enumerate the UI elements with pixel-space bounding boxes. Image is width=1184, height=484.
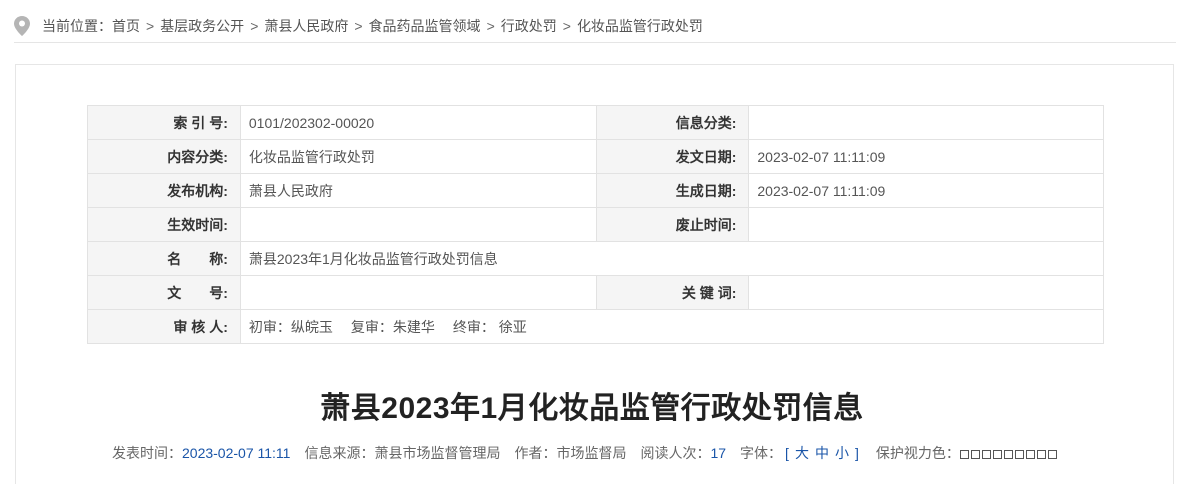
- publish-time-label: 发表时间：: [112, 445, 182, 461]
- content-category-value: 化妆品监管行政处罚: [239, 139, 597, 174]
- color-swatch[interactable]: [1003, 449, 1013, 459]
- color-swatch[interactable]: [1036, 449, 1046, 459]
- publish-time-value: 2023-02-07 11:11: [182, 445, 291, 461]
- author-label: 作者：: [514, 445, 557, 461]
- breadcrumb-separator: >: [562, 18, 571, 34]
- breadcrumb-separator: >: [250, 18, 259, 34]
- content-category-label: 内容分类:: [87, 139, 241, 174]
- issue-date-value: 2023-02-07 11:11:09: [748, 139, 1104, 174]
- color-swatch[interactable]: [992, 449, 1002, 459]
- font-size-label: 字体：: [740, 445, 783, 461]
- color-swatch[interactable]: [1014, 449, 1024, 459]
- info-category-value: [748, 105, 1104, 140]
- publisher-value: 萧县人民政府: [239, 173, 597, 208]
- reviewer-value: 初审：纵皖玉 复审：朱建华 终审： 徐亚: [239, 309, 1105, 344]
- breadcrumb-item-food-drug[interactable]: 食品药品监管领域: [369, 16, 481, 36]
- metadata-table: 索 引 号: 0101/202302-00020 信息分类: 内容分类: 化妆品…: [87, 105, 1105, 344]
- info-source-label: 信息来源：: [304, 445, 375, 461]
- name-label: 名 称:: [87, 241, 241, 276]
- font-bracket-close: ]: [854, 445, 859, 461]
- breadcrumb-item-county-gov[interactable]: 萧县人民政府: [264, 16, 348, 36]
- table-row: 名 称: 萧县2023年1月化妆品监管行政处罚信息: [87, 241, 1105, 276]
- index-label: 索 引 号:: [87, 105, 241, 140]
- breadcrumb-separator: >: [354, 18, 363, 34]
- issue-date-label: 发文日期:: [595, 139, 750, 174]
- table-row: 发布机构: 萧县人民政府 生成日期: 2023-02-07 11:11:09: [87, 173, 1104, 208]
- table-row: 索 引 号: 0101/202302-00020 信息分类:: [87, 105, 1104, 140]
- info-category-label: 信息分类:: [595, 105, 750, 140]
- read-count-value: 17: [710, 445, 727, 461]
- info-source-value: 萧县市场监督管理局: [374, 445, 501, 461]
- font-size-control: 字体：[ 大中小]: [740, 443, 862, 463]
- color-swatch[interactable]: [981, 449, 991, 459]
- reviewer-label: 审 核 人:: [87, 309, 241, 344]
- name-value: 萧县2023年1月化妆品监管行政处罚信息: [239, 241, 1105, 276]
- generated-date-value: 2023-02-07 11:11:09: [748, 173, 1104, 208]
- eye-protection-control: 保护视力色：: [876, 443, 1059, 463]
- final-review-name: 徐亚: [498, 318, 527, 335]
- color-swatch[interactable]: [970, 449, 980, 459]
- table-row: 生效时间: 废止时间:: [87, 207, 1104, 242]
- font-bracket-open: [: [785, 445, 789, 461]
- author-value: 市场监督局: [556, 445, 627, 461]
- breadcrumb-separator: >: [486, 18, 495, 34]
- publish-time: 发表时间：2023-02-07 11:11: [112, 443, 290, 463]
- breadcrumb-item-home[interactable]: 首页: [112, 16, 140, 36]
- effective-value: [239, 207, 597, 242]
- color-swatch[interactable]: [1047, 449, 1057, 459]
- abolish-label: 废止时间:: [595, 207, 750, 242]
- color-swatch[interactable]: [959, 449, 969, 459]
- doc-no-value: [239, 275, 597, 310]
- first-review-name: 纵皖玉: [290, 318, 333, 335]
- info-source: 信息来源：萧县市场监督管理局: [304, 443, 500, 463]
- font-large-button[interactable]: 大: [795, 445, 809, 461]
- read-count-label: 阅读人次：: [640, 445, 711, 461]
- abolish-value: [748, 207, 1104, 242]
- breadcrumb-prefix: 当前位置：: [42, 18, 112, 34]
- doc-no-label: 文 号:: [87, 275, 241, 310]
- author: 作者：市场监督局: [514, 443, 626, 463]
- second-review-label: 复审：: [350, 318, 393, 335]
- eye-protection-label: 保护视力色：: [875, 445, 960, 461]
- article-title: 萧县2023年1月化妆品监管行政处罚信息: [320, 392, 864, 425]
- font-medium-button[interactable]: 中: [815, 445, 829, 461]
- breadcrumb-item-cosmetics[interactable]: 化妆品监管行政处罚: [577, 16, 703, 36]
- publisher-label: 发布机构:: [87, 173, 241, 208]
- location-pin-icon: [14, 16, 30, 36]
- keywords-label: 关 键 词:: [595, 275, 750, 310]
- font-small-button[interactable]: 小: [835, 445, 849, 461]
- color-swatches: [959, 445, 1059, 461]
- final-review-label: 终审：: [452, 318, 495, 335]
- generated-date-label: 生成日期:: [595, 173, 750, 208]
- effective-label: 生效时间:: [87, 207, 241, 242]
- breadcrumb-item-grassroots[interactable]: 基层政务公开: [160, 16, 244, 36]
- color-swatch[interactable]: [1025, 449, 1035, 459]
- table-row: 审 核 人: 初审：纵皖玉 复审：朱建华 终审： 徐亚: [87, 309, 1105, 344]
- table-row: 文 号: 关 键 词:: [87, 275, 1104, 310]
- keywords-value: [748, 275, 1104, 310]
- table-row: 内容分类: 化妆品监管行政处罚 发文日期: 2023-02-07 11:11:0…: [87, 139, 1104, 174]
- breadcrumb: 当前位置： 首页 > 基层政务公开 > 萧县人民政府 > 食品药品监管领域 > …: [14, 10, 1176, 43]
- read-count: 阅读人次：17: [640, 443, 726, 463]
- breadcrumb-item-penalty[interactable]: 行政处罚: [501, 16, 557, 36]
- first-review-label: 初审：: [248, 318, 291, 335]
- breadcrumb-separator: >: [146, 18, 155, 34]
- second-review-name: 朱建华: [392, 318, 435, 335]
- index-value: 0101/202302-00020: [239, 105, 597, 140]
- article-info-bar: 发表时间：2023-02-07 11:11 信息来源：萧县市场监督管理局 作者：…: [112, 444, 1073, 462]
